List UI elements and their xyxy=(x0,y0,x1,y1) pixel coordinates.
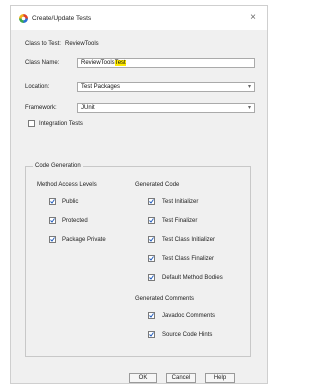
test-finalizer-label: Test Finalizer xyxy=(162,218,198,224)
class-name-input[interactable]: ReviewToolsTest xyxy=(77,58,255,68)
code-generation-group xyxy=(25,166,251,357)
location-value: Test Packages xyxy=(81,84,121,90)
test-class-finalizer-checkbox[interactable] xyxy=(148,255,155,262)
close-icon[interactable]: × xyxy=(247,12,259,24)
title-bar: Create/Update Tests × xyxy=(11,6,267,30)
default-method-bodies-label: Default Method Bodies xyxy=(162,275,223,281)
class-name-label: Class Name: xyxy=(25,60,60,66)
chevron-down-icon: ▾ xyxy=(247,84,251,90)
test-class-initializer-label: Test Class Initializer xyxy=(162,237,216,243)
checkmark-icon xyxy=(149,237,154,242)
test-class-finalizer-label: Test Class Finalizer xyxy=(162,256,215,262)
checkmark-icon xyxy=(149,332,154,337)
class-name-text: ReviewTools xyxy=(81,60,115,66)
app-icon xyxy=(19,14,28,23)
package-private-label: Package Private xyxy=(62,237,106,243)
protected-checkbox[interactable] xyxy=(49,217,56,224)
checkmark-icon xyxy=(149,218,154,223)
checkmark-icon xyxy=(149,199,154,204)
javadoc-comments-checkbox[interactable] xyxy=(148,312,155,319)
javadoc-comments-label: Javadoc Comments xyxy=(162,313,216,319)
checkmark-icon xyxy=(50,237,55,242)
checkmark-icon xyxy=(50,199,55,204)
class-to-test-value: ReviewTools xyxy=(65,41,99,47)
test-finalizer-checkbox[interactable] xyxy=(148,217,155,224)
integration-tests-label: Integration Tests xyxy=(39,121,83,127)
framework-select[interactable]: JUnit ▾ xyxy=(77,103,255,113)
class-to-test-label: Class to Test: xyxy=(25,41,61,47)
framework-value: JUnit xyxy=(81,105,95,111)
integration-tests-checkbox[interactable] xyxy=(28,120,35,127)
code-generation-title: Code Generation xyxy=(33,163,83,169)
location-select[interactable]: Test Packages ▾ xyxy=(77,82,255,92)
ok-button[interactable]: OK xyxy=(129,373,157,383)
checkmark-icon xyxy=(50,218,55,223)
framework-label: Framework: xyxy=(25,105,57,111)
generated-comments-heading: Generated Comments xyxy=(135,296,195,302)
cancel-button[interactable]: Cancel xyxy=(166,373,196,383)
source-code-hints-label: Source Code Hints xyxy=(162,332,213,338)
default-method-bodies-checkbox[interactable] xyxy=(148,274,155,281)
checkmark-icon xyxy=(149,275,154,280)
protected-label: Protected xyxy=(62,218,88,224)
class-name-highlight: Test xyxy=(114,60,126,66)
test-initializer-checkbox[interactable] xyxy=(148,198,155,205)
chevron-down-icon: ▾ xyxy=(247,105,251,111)
checkmark-icon xyxy=(149,256,154,261)
public-checkbox[interactable] xyxy=(49,198,56,205)
create-update-tests-dialog: Create/Update Tests × Class to Test: Rev… xyxy=(10,5,268,384)
source-code-hints-checkbox[interactable] xyxy=(148,331,155,338)
package-private-checkbox[interactable] xyxy=(49,236,56,243)
checkmark-icon xyxy=(149,313,154,318)
help-button[interactable]: Help xyxy=(205,373,235,383)
generated-code-heading: Generated Code xyxy=(135,182,180,188)
method-access-levels-heading: Method Access Levels xyxy=(37,182,97,188)
location-label: Location: xyxy=(25,84,50,90)
test-initializer-label: Test Initializer xyxy=(162,199,199,205)
public-label: Public xyxy=(62,199,79,205)
test-class-initializer-checkbox[interactable] xyxy=(148,236,155,243)
dialog-title: Create/Update Tests xyxy=(32,15,92,22)
